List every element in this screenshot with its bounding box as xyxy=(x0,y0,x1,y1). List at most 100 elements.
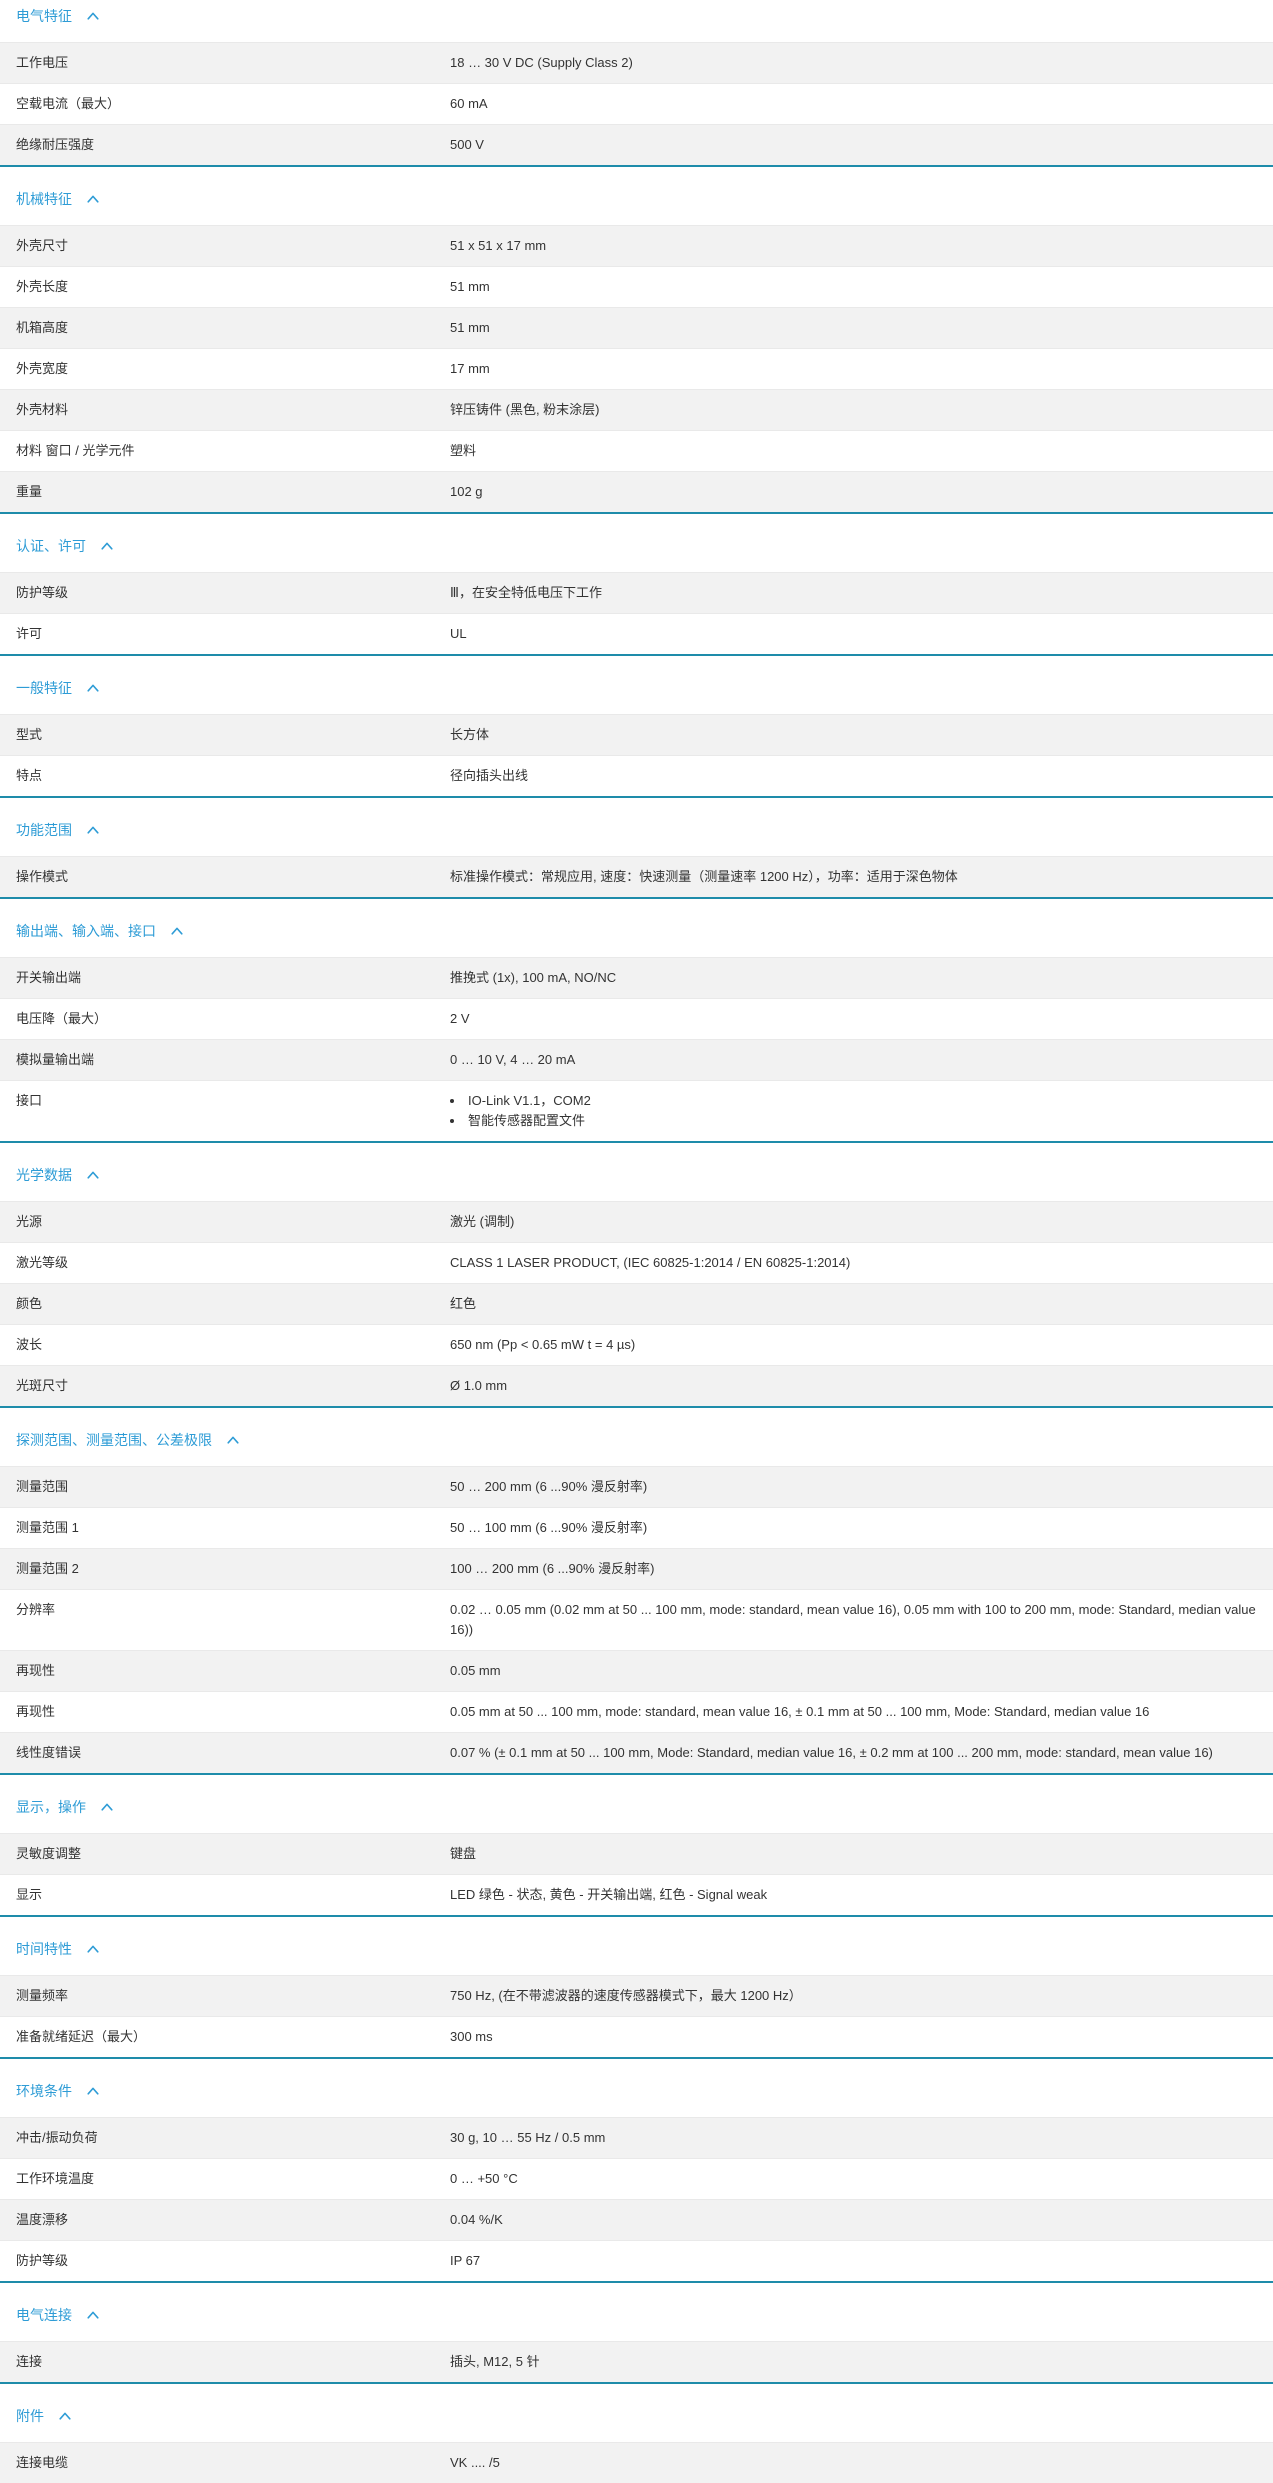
spec-label: 许可 xyxy=(16,626,43,641)
spec-value: 18 … 30 V DC (Supply Class 2) xyxy=(450,55,633,70)
spec-row: 外壳宽度 17 mm xyxy=(0,348,1273,389)
spec-row: 测量频率 750 Hz, (在不带滤波器的速度传感器模式下，最大 1200 Hz… xyxy=(0,1975,1273,2016)
spec-label: 测量范围 xyxy=(16,1479,69,1494)
chevron-up-icon[interactable] xyxy=(227,1436,239,1444)
spec-row: 电压降（最大） 2 V xyxy=(0,998,1273,1039)
spec-row: 准备就绪延迟（最大） 300 ms xyxy=(0,2016,1273,2057)
section-rows: 防护等级 Ⅲ，在安全特低电压下工作 许可 UL xyxy=(0,572,1273,654)
section-title: 一般特征 xyxy=(16,680,72,696)
chevron-up-icon[interactable] xyxy=(87,2087,99,2095)
spec-row: 特点 径向插头出线 xyxy=(0,755,1273,796)
spec-value: 300 ms xyxy=(450,2029,493,2044)
spec-value: 51 x 51 x 17 mm xyxy=(450,238,547,253)
section-title: 时间特性 xyxy=(16,1941,72,1957)
spec-label: 再现性 xyxy=(16,1663,56,1678)
spec-label: 激光等级 xyxy=(16,1255,69,1270)
spec-row: 外壳尺寸 51 x 51 x 17 mm xyxy=(0,225,1273,266)
spec-label: 接口 xyxy=(16,1093,43,1108)
chevron-up-icon[interactable] xyxy=(87,2311,99,2319)
spec-row: 绝缘耐压强度 500 V xyxy=(0,124,1273,165)
chevron-up-icon[interactable] xyxy=(87,1945,99,1953)
spec-row: 接口 IO-Link V1.1，COM2智能传感器配置文件 xyxy=(0,1080,1273,1141)
section-header[interactable]: 显示，操作 xyxy=(0,1775,1273,1833)
spec-row: 重量 102 g xyxy=(0,471,1273,512)
chevron-up-icon[interactable] xyxy=(87,12,99,20)
spec-label: 重量 xyxy=(16,484,43,499)
spec-value: 50 … 100 mm (6 ...90% 漫反射率) xyxy=(450,1520,648,1535)
spec-row: 机箱高度 51 mm xyxy=(0,307,1273,348)
section-rows: 连接 插头, M12, 5 针 xyxy=(0,2341,1273,2382)
spec-label: 开关输出端 xyxy=(16,970,82,985)
spec-row: 显示 LED 绿色 - 状态, 黄色 - 开关输出端, 红色 - Signal … xyxy=(0,1874,1273,1915)
spec-value: Ø 1.0 mm xyxy=(450,1378,508,1393)
spec-label: 冲击/振动负荷 xyxy=(16,2130,98,2145)
section-title: 探测范围、测量范围、公差极限 xyxy=(16,1432,212,1448)
spec-value: 750 Hz, (在不带滤波器的速度传感器模式下，最大 1200 Hz） xyxy=(450,1988,802,2003)
section-title: 光学数据 xyxy=(16,1167,72,1183)
spec-section: 时间特性 测量频率 750 Hz, (在不带滤波器的速度传感器模式下，最大 12… xyxy=(0,1917,1273,2059)
spec-value: 0 … +50 °C xyxy=(450,2171,518,2186)
chevron-up-icon[interactable] xyxy=(171,927,183,935)
section-header[interactable]: 探测范围、测量范围、公差极限 xyxy=(0,1408,1273,1466)
section-header[interactable]: 机械特征 xyxy=(0,167,1273,225)
section-header[interactable]: 附件 xyxy=(0,2384,1273,2442)
section-title: 显示，操作 xyxy=(16,1799,86,1815)
spec-row: 材料 窗口 / 光学元件 塑料 xyxy=(0,430,1273,471)
spec-label: 再现性 xyxy=(16,1704,56,1719)
chevron-up-icon[interactable] xyxy=(59,2412,71,2420)
spec-row: 冲击/振动负荷 30 g, 10 … 55 Hz / 0.5 mm xyxy=(0,2117,1273,2158)
spec-row: 温度漂移 0.04 %/K xyxy=(0,2199,1273,2240)
spec-row: 分辨率 0.02 … 0.05 mm (0.02 mm at 50 ... 10… xyxy=(0,1589,1273,1650)
spec-label: 温度漂移 xyxy=(16,2212,69,2227)
spec-row: 波长 650 nm (Pp < 0.65 mW t = 4 µs) xyxy=(0,1324,1273,1365)
spec-label: 材料 窗口 / 光学元件 xyxy=(16,443,135,458)
chevron-up-icon[interactable] xyxy=(87,684,99,692)
spec-value: 锌压铸件 (黑色, 粉末涂层) xyxy=(450,402,600,417)
spec-label: 绝缘耐压强度 xyxy=(16,137,95,152)
spec-value: 激光 (调制) xyxy=(450,1214,515,1229)
spec-value: 推挽式 (1x), 100 mA, NO/NC xyxy=(450,970,617,985)
section-title: 电气连接 xyxy=(16,2307,72,2323)
chevron-up-icon[interactable] xyxy=(87,826,99,834)
section-header[interactable]: 时间特性 xyxy=(0,1917,1273,1975)
section-header[interactable]: 光学数据 xyxy=(0,1143,1273,1201)
spec-value: Ⅲ，在安全特低电压下工作 xyxy=(450,585,602,600)
section-header[interactable]: 电气特征 xyxy=(0,0,1273,42)
section-header[interactable]: 输出端、输入端、接口 xyxy=(0,899,1273,957)
spec-row: 外壳材料 锌压铸件 (黑色, 粉末涂层) xyxy=(0,389,1273,430)
section-rows: 冲击/振动负荷 30 g, 10 … 55 Hz / 0.5 mm 工作环境温度… xyxy=(0,2117,1273,2281)
spec-row: 测量范围 2 100 … 200 mm (6 ...90% 漫反射率) xyxy=(0,1548,1273,1589)
spec-section: 光学数据 光源 激光 (调制) 激光等级 CLASS 1 LASER PRODU… xyxy=(0,1143,1273,1408)
chevron-up-icon[interactable] xyxy=(101,1803,113,1811)
spec-row: 颜色 红色 xyxy=(0,1283,1273,1324)
section-header[interactable]: 认证、许可 xyxy=(0,514,1273,572)
section-header[interactable]: 环境条件 xyxy=(0,2059,1273,2117)
spec-label: 空载电流（最大） xyxy=(16,96,121,111)
spec-value: 51 mm xyxy=(450,320,490,335)
spec-row: 光斑尺寸 Ø 1.0 mm xyxy=(0,1365,1273,1406)
spec-section: 输出端、输入端、接口 开关输出端 推挽式 (1x), 100 mA, NO/NC… xyxy=(0,899,1273,1143)
chevron-up-icon[interactable] xyxy=(87,1171,99,1179)
section-header[interactable]: 电气连接 xyxy=(0,2283,1273,2341)
section-header[interactable]: 一般特征 xyxy=(0,656,1273,714)
section-title: 环境条件 xyxy=(16,2083,72,2099)
section-title: 附件 xyxy=(16,2408,44,2424)
spec-row: 工作环境温度 0 … +50 °C xyxy=(0,2158,1273,2199)
spec-row: 开关输出端 推挽式 (1x), 100 mA, NO/NC xyxy=(0,957,1273,998)
spec-row: 再现性 0.05 mm xyxy=(0,1650,1273,1691)
section-rows: 开关输出端 推挽式 (1x), 100 mA, NO/NC 电压降（最大） 2 … xyxy=(0,957,1273,1141)
section-rows: 测量范围 50 … 200 mm (6 ...90% 漫反射率) 测量范围 1 … xyxy=(0,1466,1273,1773)
section-rows: 灵敏度调整 键盘 显示 LED 绿色 - 状态, 黄色 - 开关输出端, 红色 … xyxy=(0,1833,1273,1915)
chevron-up-icon[interactable] xyxy=(101,542,113,550)
chevron-up-icon[interactable] xyxy=(87,195,99,203)
spec-row: 连接电缆 VK .... /5 xyxy=(0,2442,1273,2483)
spec-row: 防护等级 IP 67 xyxy=(0,2240,1273,2281)
spec-label: 工作电压 xyxy=(16,55,69,70)
section-rows: 外壳尺寸 51 x 51 x 17 mm 外壳长度 51 mm 机箱高度 51 … xyxy=(0,225,1273,512)
spec-value: 17 mm xyxy=(450,361,490,376)
spec-value: UL xyxy=(450,626,467,641)
spec-label: 线性度错误 xyxy=(16,1745,82,1760)
spec-section: 认证、许可 防护等级 Ⅲ，在安全特低电压下工作 许可 UL xyxy=(0,514,1273,656)
section-header[interactable]: 功能范围 xyxy=(0,798,1273,856)
spec-row: 防护等级 Ⅲ，在安全特低电压下工作 xyxy=(0,572,1273,613)
